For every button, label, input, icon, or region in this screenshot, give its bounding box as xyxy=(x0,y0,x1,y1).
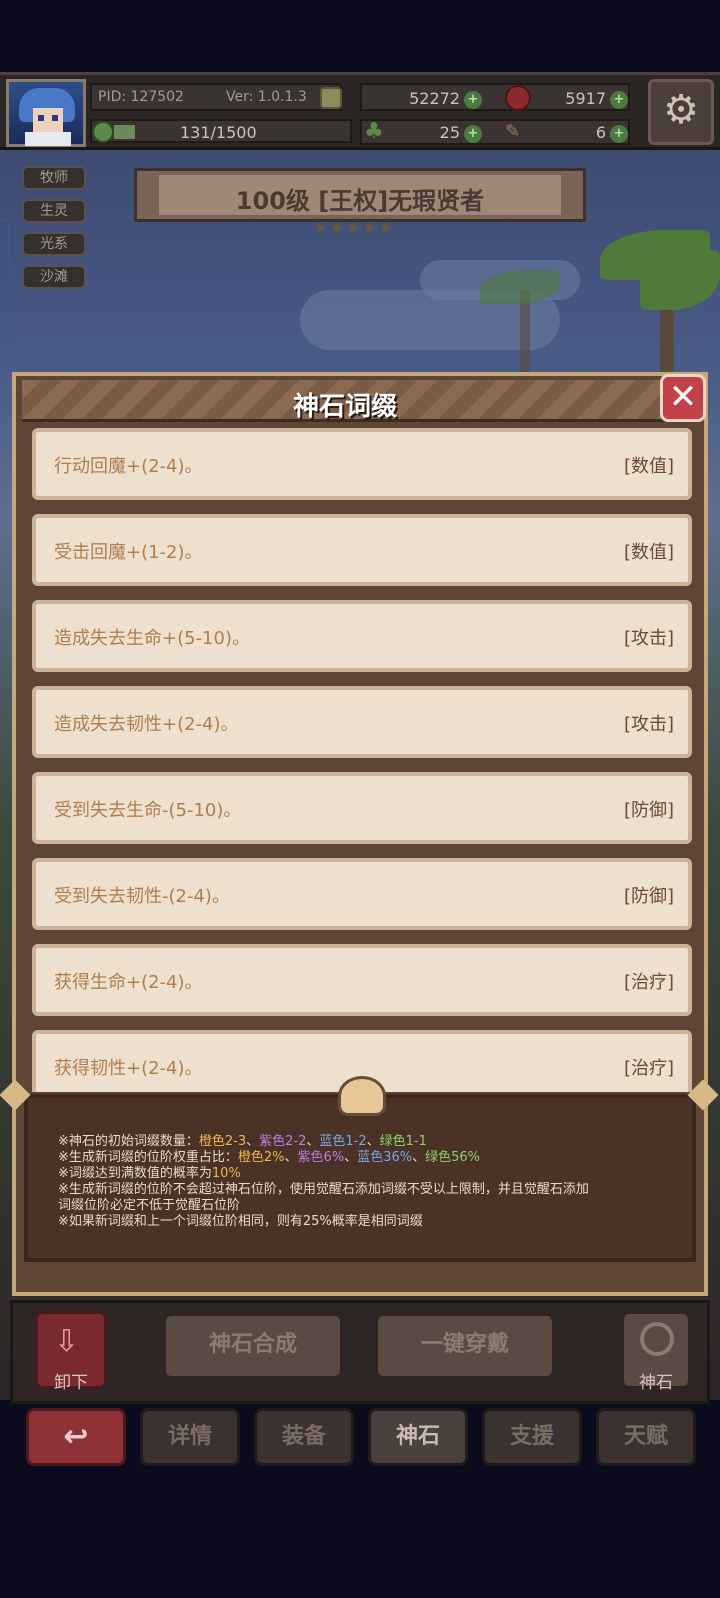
affix-text: 受到失去生命-(5-10)。 xyxy=(54,800,242,821)
equip-all-button[interactable]: 一键穿戴 xyxy=(375,1313,555,1379)
back-button[interactable]: ↩ xyxy=(26,1408,126,1466)
note-max-chance: ※词缀达到满数值的概率为10% xyxy=(58,1166,241,1181)
affix-category: [攻击] xyxy=(623,714,674,735)
affix-text: 受到失去韧性-(2-4)。 xyxy=(54,886,230,907)
tag-terrain[interactable]: 沙滩 xyxy=(22,265,86,289)
experience-icon xyxy=(92,121,114,143)
tab-bar: ↩ 详情 装备 神石 支援 天赋 xyxy=(0,1406,720,1472)
affix-category: [防御] xyxy=(623,800,674,821)
add-gem-icon[interactable]: + xyxy=(610,91,628,109)
hero-title: 100级 [王权]无瑕贤者 xyxy=(235,187,485,215)
affix-row: 行动回魔+(2-4)。 [数值] xyxy=(32,428,692,500)
affix-text: 造成失去生命+(5-10)。 xyxy=(54,628,250,649)
affix-list[interactable]: 行动回魔+(2-4)。 [数值] 受击回魔+(1-2)。 [数值] 造成失去生命… xyxy=(32,428,692,1092)
arrow-down-icon: ⇩ xyxy=(54,1324,80,1359)
affix-category: [防御] xyxy=(623,886,674,907)
affix-row: 获得生命+(2-4)。 [治疗] xyxy=(32,944,692,1016)
tag-class[interactable]: 牧师 xyxy=(22,166,86,190)
horn-value: 6 xyxy=(595,123,606,142)
hero-title-banner: 100级 [王权]无瑕贤者 xyxy=(134,168,586,222)
affix-category: [治疗] xyxy=(623,1058,674,1079)
player-id: PID: 127502 xyxy=(98,89,184,105)
divider-ornament xyxy=(338,1076,386,1116)
experience-text: 131/1500 xyxy=(180,123,257,142)
affix-text: 获得生命+(2-4)。 xyxy=(54,972,203,993)
add-clover-icon[interactable]: + xyxy=(464,125,482,143)
affix-row: 受到失去韧性-(2-4)。 [防御] xyxy=(32,858,692,930)
unequip-label: 卸下 xyxy=(54,1373,88,1393)
clover-icon: ♣ xyxy=(364,119,384,144)
note-initial-count: ※神石的初始词缀数量：橙色2-3、紫色2-2、蓝色1-2、绿色1-1 xyxy=(58,1134,427,1149)
hero-star-rating: ★★★★★ xyxy=(313,218,395,237)
tag-race[interactable]: 生灵 xyxy=(22,199,86,223)
affix-row: 造成失去生命+(5-10)。 [攻击] xyxy=(32,600,692,672)
modal-header: 神石词缀 xyxy=(22,380,668,422)
note-awaken-tier: 词缀位阶必定不低于觉醒石位阶 xyxy=(58,1198,241,1213)
tab-details[interactable]: 详情 xyxy=(140,1408,240,1466)
tab-stone[interactable]: 神石 xyxy=(368,1408,468,1466)
red-gem-icon xyxy=(505,85,531,111)
close-button[interactable]: ✕ xyxy=(660,374,706,422)
stone-icon xyxy=(640,1322,674,1356)
note-tier-weights: ※生成新词缀的位阶权重占比：橙色2%、紫色6%、蓝色36%、绿色56% xyxy=(58,1150,481,1165)
add-horn-icon[interactable]: + xyxy=(610,125,628,143)
stone-label: 神石 xyxy=(639,1373,673,1393)
affix-row: 受到失去生命-(5-10)。 [防御] xyxy=(32,772,692,844)
affix-notes-panel: ※神石的初始词缀数量：橙色2-3、紫色2-2、蓝色1-2、绿色1-1 ※生成新词… xyxy=(24,1094,696,1262)
affix-row: 造成失去韧性+(2-4)。 [攻击] xyxy=(32,686,692,758)
action-bar: ⇩ 卸下 神石合成 一键穿戴 神石 xyxy=(10,1300,710,1404)
settings-button[interactable]: ⚙ xyxy=(648,79,714,145)
modal-title: 神石词缀 xyxy=(292,392,397,422)
synthesize-button[interactable]: 神石合成 xyxy=(163,1313,343,1379)
gear-icon: ⚙ xyxy=(663,87,699,133)
affix-text: 行动回魔+(2-4)。 xyxy=(54,456,203,477)
affix-category: [数值] xyxy=(623,456,674,477)
affix-text: 造成失去韧性+(2-4)。 xyxy=(54,714,239,735)
experience-fill xyxy=(114,125,135,139)
affix-text: 受击回魔+(1-2)。 xyxy=(54,542,203,563)
note-repeat-chance: ※如果新词缀和上一个词缀位阶相同，则有25%概率是相同词缀 xyxy=(58,1214,423,1229)
affix-text: 获得韧性+(2-4)。 xyxy=(54,1058,203,1079)
back-arrow-icon: ↩ xyxy=(63,1419,89,1454)
stone-button[interactable]: 神石 xyxy=(621,1311,691,1393)
close-icon: ✕ xyxy=(668,377,698,417)
unequip-button[interactable]: ⇩ 卸下 xyxy=(35,1311,107,1393)
coin-icon xyxy=(320,87,342,109)
tag-element[interactable]: 光系 xyxy=(22,232,86,256)
add-currency-icon[interactable]: + xyxy=(464,91,482,109)
affix-row: 受击回魔+(1-2)。 [数值] xyxy=(32,514,692,586)
game-version: Ver: 1.0.1.3 xyxy=(226,89,307,105)
top-status-bar: PID: 127502 Ver: 1.0.1.3 131/1500 52272 … xyxy=(0,72,720,150)
affix-category: [攻击] xyxy=(623,628,674,649)
clover-value: 25 xyxy=(439,123,460,142)
tab-talent[interactable]: 天赋 xyxy=(596,1408,696,1466)
affix-modal: 神石词缀 ✕ 行动回魔+(2-4)。 [数值] 受击回魔+(1-2)。 [数值]… xyxy=(0,372,719,1296)
tab-support[interactable]: 支援 xyxy=(482,1408,582,1466)
player-avatar[interactable] xyxy=(6,79,86,147)
horn-icon: ✎ xyxy=(505,121,521,142)
affix-category: [数值] xyxy=(623,542,674,563)
side-panel-edge[interactable] xyxy=(0,218,10,344)
currency-green-value: 52272 xyxy=(409,89,460,108)
affix-category: [治疗] xyxy=(623,972,674,993)
currency-red-value: 5917 xyxy=(565,89,606,108)
note-tier-limit: ※生成新词缀的位阶不会超过神石位阶，使用觉醒石添加词缀不受以上限制，并且觉醒石添… xyxy=(58,1182,589,1197)
tab-equipment[interactable]: 装备 xyxy=(254,1408,354,1466)
